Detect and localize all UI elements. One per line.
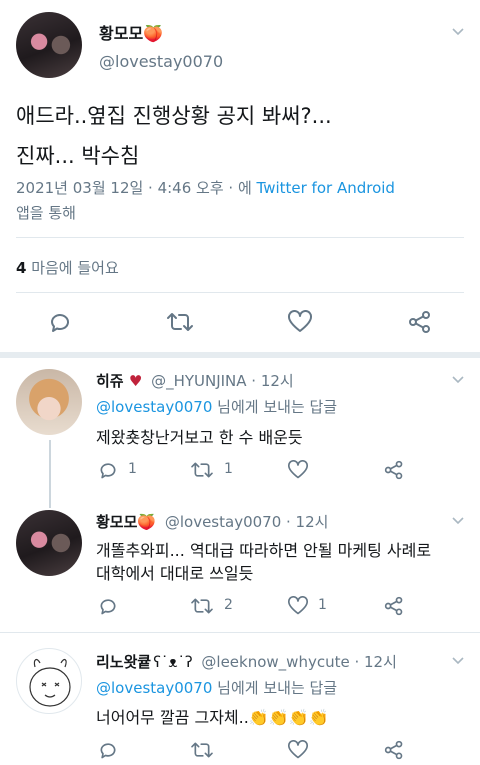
reply-to-line: @lovestay0070 님에게 보내는 답글 xyxy=(96,677,337,698)
heart-icon[interactable] xyxy=(287,740,309,760)
heart-icon[interactable] xyxy=(287,596,309,616)
likes-count: 4 xyxy=(16,259,27,277)
retweet-icon[interactable] xyxy=(166,310,194,334)
reply-text: 너어어무 깔끔 그자체..👏👏👏👏 xyxy=(96,708,329,727)
retweet-icon[interactable] xyxy=(190,740,214,760)
avatar[interactable] xyxy=(16,12,82,78)
reply-to-suffix: 님에게 보내는 답글 xyxy=(212,679,338,697)
heart-icon[interactable] xyxy=(287,460,309,480)
like-count: 1 xyxy=(318,597,327,613)
divider xyxy=(16,292,464,293)
reply-header: 히쥬 ♥ @_HYUNJINA · 12시 xyxy=(96,370,294,391)
divider xyxy=(0,632,480,633)
reply-text: 제왔춋창난거보고 한 수 배운듯 xyxy=(96,428,303,447)
retweet-count: 1 xyxy=(224,461,233,477)
reply-to-handle[interactable]: @lovestay0070 xyxy=(96,679,212,697)
heart-icon[interactable] xyxy=(287,310,313,334)
divider xyxy=(16,237,464,238)
display-name[interactable]: 황모모🍑 xyxy=(96,513,156,531)
share-icon[interactable] xyxy=(384,596,404,616)
divider xyxy=(0,352,480,358)
heart-emoji-icon: ♥ xyxy=(128,372,143,390)
thread-line xyxy=(49,440,51,508)
reply-icon[interactable] xyxy=(98,460,118,480)
handle[interactable]: @lovestay0070 xyxy=(99,52,223,71)
client-link[interactable]: Twitter for Android xyxy=(257,179,395,197)
reply-header: 리노왓큩 ʕ˙ᴥ˙ʔ @leeknow_whycute · 12시 xyxy=(96,651,397,672)
handle-time[interactable]: @lovestay0070 · 12시 xyxy=(165,513,329,531)
display-name[interactable]: 히쥬 xyxy=(96,372,129,390)
reply-text-line-2: 대학에서 대대로 쓰일듯 xyxy=(96,564,254,583)
avatar[interactable] xyxy=(16,510,82,576)
avatar[interactable] xyxy=(16,648,82,714)
tweet-text-line-2: 진짜... 박수침 xyxy=(16,144,140,168)
tweet-text-line-1: 애드라..옆집 진행상황 공지 봐써?... xyxy=(16,104,332,128)
tweet-date: 2021년 03월 12일 · 4:46 오후 · 에 xyxy=(16,179,257,197)
reply-icon[interactable] xyxy=(48,310,72,334)
reply-icon[interactable] xyxy=(98,740,118,760)
chevron-down-icon[interactable] xyxy=(452,26,464,38)
reply-count: 1 xyxy=(128,461,137,477)
likes-label: 마음에 들어요 xyxy=(26,259,119,277)
likes-summary[interactable]: 4 마음에 들어요 xyxy=(16,257,119,278)
retweet-icon[interactable] xyxy=(190,460,214,480)
reply-to-line: @lovestay0070 님에게 보내는 답글 xyxy=(96,396,337,417)
tweet-meta-suffix: 앱을 통해 xyxy=(16,204,76,222)
retweet-icon[interactable] xyxy=(190,596,214,616)
reply-text-line-1: 개똘추와피... 역대급 따라하면 안될 마케팅 사례로 xyxy=(96,541,432,560)
face-emoji-icon: ʕ˙ᴥ˙ʔ xyxy=(153,653,193,671)
display-name[interactable]: 황모모🍑 xyxy=(99,20,163,44)
share-icon[interactable] xyxy=(408,310,432,334)
handle-time[interactable]: @leeknow_whycute · 12시 xyxy=(201,653,396,671)
handle-time[interactable]: @_HYUNJINA · 12시 xyxy=(151,372,294,390)
share-icon[interactable] xyxy=(384,460,404,480)
display-name[interactable]: 리노왓큩 xyxy=(96,653,151,671)
reply-icon[interactable] xyxy=(98,596,118,616)
share-icon[interactable] xyxy=(384,740,404,760)
reply-header: 황모모🍑 @lovestay0070 · 12시 xyxy=(96,511,328,532)
reply-to-suffix: 님에게 보내는 답글 xyxy=(212,398,338,416)
chevron-down-icon[interactable] xyxy=(452,655,464,667)
tweet-meta: 2021년 03월 12일 · 4:46 오후 · 에 Twitter for … xyxy=(16,177,395,198)
reply-to-handle[interactable]: @lovestay0070 xyxy=(96,398,212,416)
retweet-count: 2 xyxy=(224,597,233,613)
avatar[interactable] xyxy=(16,369,82,435)
chevron-down-icon[interactable] xyxy=(452,374,464,386)
sketch-face-icon xyxy=(29,658,71,707)
chevron-down-icon[interactable] xyxy=(452,515,464,527)
